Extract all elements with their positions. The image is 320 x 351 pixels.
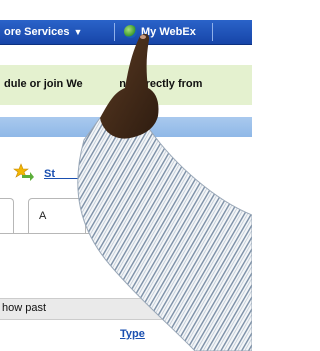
- my-webex-tab[interactable]: My WebEx: [124, 20, 196, 44]
- nav-divider: [114, 23, 115, 41]
- start-meeting-row: St lick Meeting: [12, 163, 167, 182]
- banner-text: dule or join We ng directly from: [4, 78, 203, 90]
- caret-down-icon: ▼: [73, 27, 83, 37]
- tab-second[interactable]: A: [28, 198, 86, 233]
- my-webex-label: My WebEx: [141, 26, 196, 38]
- meeting-tabs: A: [0, 198, 252, 234]
- tab-first[interactable]: [0, 198, 14, 233]
- show-past-filter[interactable]: how past: [0, 298, 252, 320]
- tab-label: A: [39, 210, 47, 222]
- globe-icon: [124, 25, 137, 38]
- type-column-header[interactable]: Type: [120, 328, 145, 340]
- more-services-menu[interactable]: ore Services ▼: [4, 20, 82, 44]
- star-arrow-icon: [13, 163, 34, 181]
- info-banner: dule or join We ng directly from: [0, 65, 252, 105]
- top-navigation-bar: ore Services ▼ My WebEx: [0, 20, 252, 45]
- show-past-label: how past: [2, 302, 47, 314]
- more-services-label: ore Services: [4, 26, 70, 38]
- one-click-meeting-link[interactable]: St lick Meeting: [44, 168, 167, 180]
- tab-divider: [0, 233, 252, 234]
- section-header-bar: [0, 117, 252, 137]
- nav-divider: [212, 23, 213, 41]
